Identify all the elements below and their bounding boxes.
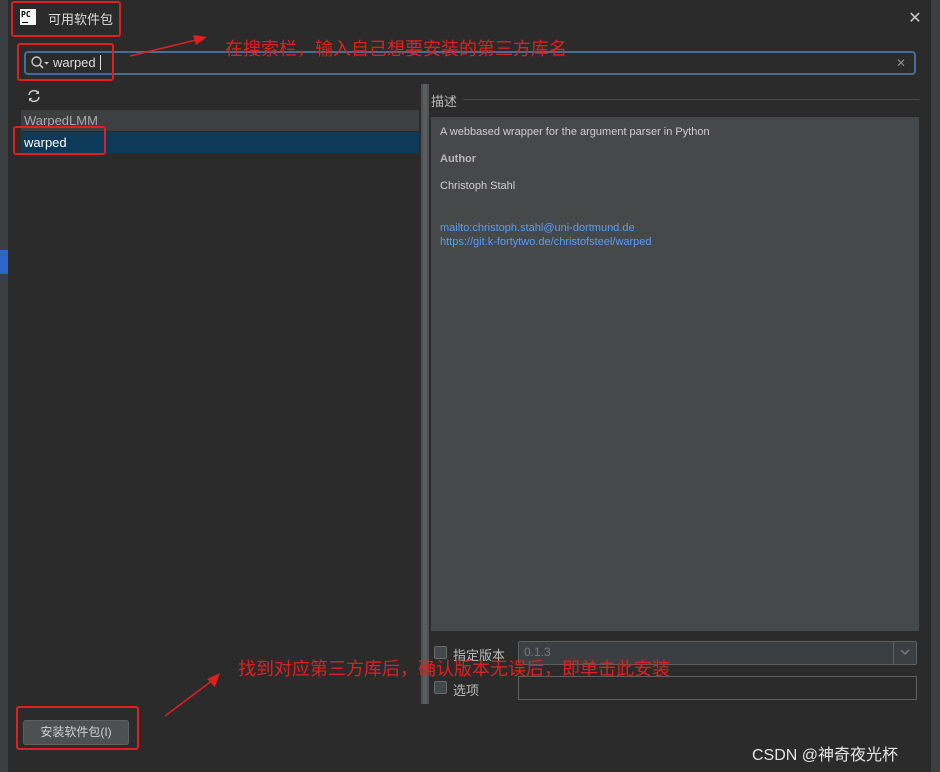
author-heading: Author [440, 153, 477, 165]
annotation-box-title [11, 1, 121, 37]
annotation-box-search [17, 43, 114, 81]
author-email-link[interactable]: mailto:christoph.stahl@uni-dortmund.de [440, 222, 635, 234]
chevron-down-icon[interactable] [899, 646, 911, 658]
panel-splitter[interactable] [421, 84, 429, 704]
options-label: 选项 [453, 683, 480, 698]
background-ide-strip [0, 0, 8, 772]
background-ide-strip-right [931, 0, 940, 772]
close-icon[interactable]: ✕ [904, 8, 926, 30]
author-name: Christoph Stahl [440, 180, 516, 192]
annotation-search-hint: 在搜索栏，输入自己想要安装的第三方库名 [225, 39, 567, 60]
version-select-divider [893, 642, 894, 664]
options-checkbox[interactable] [434, 681, 447, 694]
title-bar [8, 0, 931, 38]
description-panel [431, 117, 919, 631]
package-summary: A webbased wrapper for the argument pars… [440, 126, 710, 138]
annotation-install-hint: 找到对应第三方库后，确认版本无误后，即单击此安装 [238, 659, 670, 680]
project-url-link[interactable]: https://git.k-fortytwo.de/christofsteel/… [440, 236, 652, 248]
description-divider [463, 99, 919, 100]
clear-icon[interactable]: ✕ [896, 55, 906, 71]
watermark: CSDN @神奇夜光杯 [752, 747, 899, 764]
description-label: 描述 [431, 94, 458, 109]
annotation-box-install [16, 706, 139, 750]
annotation-box-package [13, 126, 106, 155]
refresh-icon[interactable] [26, 88, 42, 104]
background-ide-selection [0, 250, 8, 274]
